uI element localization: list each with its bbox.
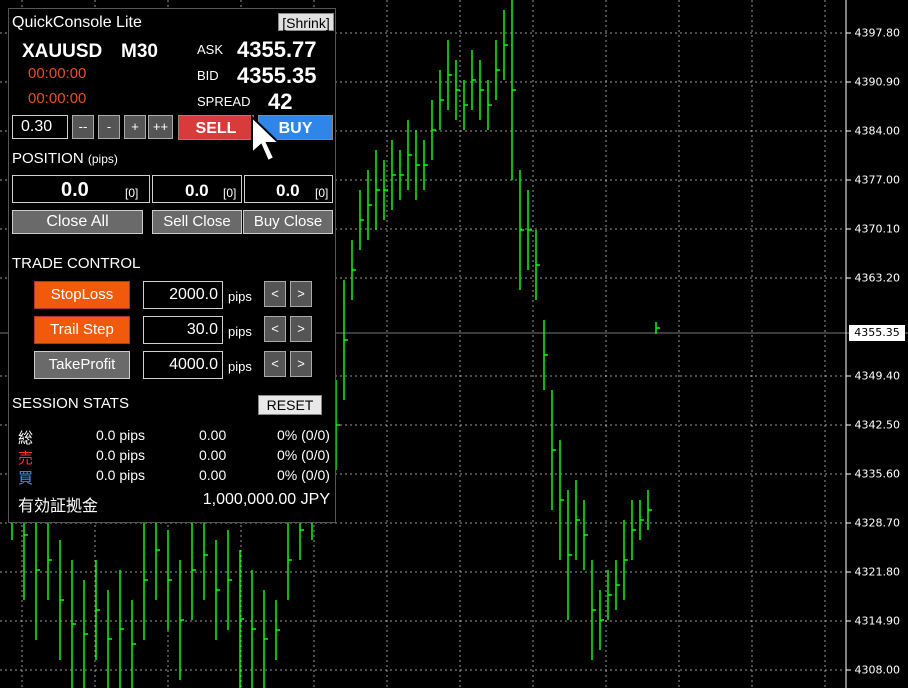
timer-2: 00:00:00 [28,90,87,107]
margin-label: 有効証拠金 [18,498,99,515]
trail-step-unit: pips [228,324,252,339]
stoploss-input[interactable]: 2000.0 [143,281,223,309]
takeprofit-decrease-button[interactable]: < [264,351,286,377]
position-total-value: 0.0 [61,179,89,201]
stats-sell-pips: 0.0 pips [96,447,146,463]
takeprofit-increase-button[interactable]: > [290,351,312,377]
position-label: POSITION (pips) [12,150,118,167]
quick-console-panel: QuickConsole Lite [Shrink] XAUUSD M30 00… [8,8,336,523]
price-axis-label: 4349.40 [854,369,901,383]
buy-close-button[interactable]: Buy Close [243,210,333,234]
spread-label: SPREAD [197,94,251,109]
stats-buy-label: 買 [18,470,34,487]
price-axis-label: 4397.80 [854,26,901,40]
symbol-label: XAUUSD [22,41,103,62]
stats-total-pips: 0.0 pips [96,427,146,443]
stats-buy-pips: 0.0 pips [96,467,146,483]
takeprofit-button[interactable]: TakeProfit [34,351,130,379]
position-buy-box: 0.0 [0] [244,175,333,203]
price-axis-label: 4321.80 [854,565,901,579]
lot-increase-button[interactable]: + [124,115,146,139]
stats-sell-amount: 0.00 [199,447,227,463]
position-buy-value: 0.0 [276,181,300,200]
trail-step-increase-button[interactable]: > [290,316,312,342]
stats-sell-rate: 0% (0/0) [277,447,330,463]
price-axis-label: 4390.90 [854,75,901,89]
position-total-box: 0.0 [0] [12,175,150,203]
sell-close-button[interactable]: Sell Close [152,210,242,234]
ask-value: 4355.77 [237,37,317,62]
stats-total-rate: 0% (0/0) [277,427,330,443]
takeprofit-input[interactable]: 4000.0 [143,351,223,379]
price-axis-label: 4342.50 [854,418,901,432]
stoploss-unit: pips [228,289,252,304]
bid-label: BID [197,68,219,83]
stoploss-button[interactable]: StopLoss [34,281,130,309]
stats-buy-amount: 0.00 [199,467,227,483]
sell-button[interactable]: SELL [178,115,254,140]
shrink-button[interactable]: [Shrink] [278,13,334,31]
price-axis-label: 4335.60 [854,467,901,481]
stats-buy-rate: 0% (0/0) [277,467,330,483]
stoploss-decrease-button[interactable]: < [264,281,286,307]
price-axis-label: 4377.00 [854,173,901,187]
position-title: POSITION [12,150,84,167]
timer-1: 00:00:00 [28,65,87,82]
panel-title: QuickConsole Lite [12,14,142,31]
stoploss-increase-button[interactable]: > [290,281,312,307]
price-axis-label: 4384.00 [854,124,901,138]
timeframe-label: M30 [121,41,158,62]
lot-decrease-button[interactable]: - [98,115,120,139]
ask-label: ASK [197,42,224,57]
lot-increase-large-button[interactable]: ++ [148,115,173,139]
close-all-button[interactable]: Close All [12,210,143,234]
spread-value: 42 [268,89,293,114]
current-price-tag: 4355.35 [849,325,905,341]
stats-total-label: 総 [18,430,34,447]
takeprofit-unit: pips [228,359,252,374]
session-stats-label: SESSION STATS [12,395,129,412]
position-sell-count: [0] [223,186,237,200]
trade-control-label: TRADE CONTROL [12,255,141,272]
position-buy-count: [0] [315,186,329,200]
position-sell-box: 0.0 [0] [152,175,242,203]
position-total-count: [0] [125,186,139,200]
price-axis-label: 4314.90 [854,614,901,628]
stats-sell-label: 売 [18,450,34,467]
trail-step-button[interactable]: Trail Step [34,316,130,344]
reset-button[interactable]: RESET [258,395,322,415]
position-unit: (pips) [87,152,118,166]
mouse-cursor-icon [251,115,282,163]
trail-step-decrease-button[interactable]: < [264,316,286,342]
price-axis-label: 4363.20 [854,271,901,285]
lot-input[interactable]: 0.30 [12,115,68,139]
position-sell-value: 0.0 [185,181,209,200]
bid-value: 4355.35 [237,63,317,88]
price-axis-label: 4308.00 [854,663,901,677]
trail-step-input[interactable]: 30.0 [143,316,223,344]
price-axis-label: 4328.70 [854,516,901,530]
price-axis-label: 4370.10 [854,222,901,236]
margin-value: 1,000,000.00 JPY [202,491,330,508]
lot-decrease-large-button[interactable]: -- [72,115,94,139]
stats-total-amount: 0.00 [199,427,227,443]
